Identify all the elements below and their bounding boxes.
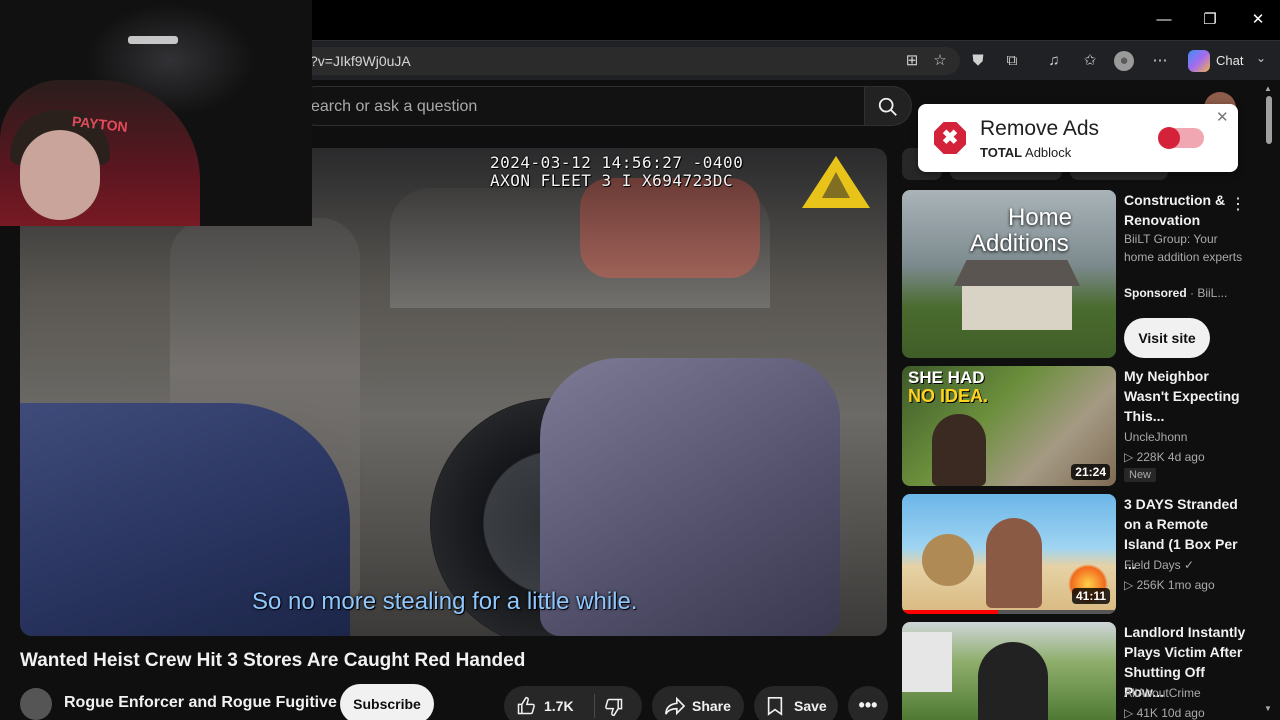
copilot-chat-button[interactable]: Chat xyxy=(1186,49,1250,73)
video-thumbnail[interactable] xyxy=(902,622,1116,720)
scroll-up-arrow[interactable]: ▲ xyxy=(1264,84,1272,93)
bookmark-icon xyxy=(767,697,783,716)
save-label: Save xyxy=(794,698,827,714)
video-duration: 21:24 xyxy=(1071,464,1110,480)
subscribe-button[interactable]: Subscribe xyxy=(340,684,434,720)
video-channel[interactable]: UncleJhonn xyxy=(1124,428,1187,446)
remove-ads-toggle[interactable] xyxy=(1158,127,1204,149)
video-channel[interactable]: AllAboutCrime xyxy=(1124,684,1201,702)
thumb-coconut xyxy=(922,534,974,586)
maximize-button[interactable]: ❐ xyxy=(1192,8,1228,32)
video-frame-headrest xyxy=(580,178,760,278)
adblock-extension-icon[interactable]: ⛊ xyxy=(968,51,988,71)
recommended-video[interactable]: SHE HAD NO IDEA. 21:24 My Neighbor Wasn'… xyxy=(902,366,1252,488)
adblock-brand: TOTAL Adblock xyxy=(980,145,1071,160)
more-menu-icon[interactable]: ⋯ xyxy=(1150,51,1170,71)
sponsored-label: Sponsored xyxy=(1124,286,1187,300)
thumb-person xyxy=(986,518,1042,608)
video-stats: ▷ 41K 10d ago xyxy=(1124,706,1205,720)
video-thumbnail[interactable]: 41:11 xyxy=(902,494,1116,614)
scrollbar-thumb[interactable] xyxy=(1266,96,1272,144)
video-duration: 41:11 xyxy=(1071,588,1110,604)
favorites-icon[interactable]: ✩ xyxy=(1080,51,1100,71)
house-graphic xyxy=(962,282,1072,330)
adblock-title: Remove Ads xyxy=(980,117,1100,140)
favorite-star-icon[interactable]: ☆ xyxy=(930,51,950,71)
timestamp-line: 2024-03-12 14:56:27 -0400 xyxy=(490,153,744,172)
video-stats: ▷ 256K 1mo ago xyxy=(1124,578,1215,592)
webcam-face xyxy=(20,130,100,220)
watch-progress-fill xyxy=(902,610,999,614)
search-input[interactable]: earch or ask a question xyxy=(296,86,864,126)
app-available-icon[interactable]: ⊞ xyxy=(902,51,922,71)
thumb-person xyxy=(932,414,986,486)
search-icon xyxy=(878,97,897,116)
thumb-person xyxy=(978,642,1048,720)
channel-name[interactable]: Rogue Enforcer and Rogue Fugitive xyxy=(64,694,337,712)
streamer-webcam: PAYTON xyxy=(0,0,312,226)
copilot-icon xyxy=(1188,50,1210,72)
share-button[interactable]: Share xyxy=(652,686,744,720)
video-title: Wanted Heist Crew Hit 3 Stores Are Caugh… xyxy=(20,650,526,671)
close-icon[interactable]: ✕ xyxy=(1216,108,1229,126)
more-actions-button[interactable]: ••• xyxy=(848,686,888,720)
recommended-video[interactable]: Landlord Instantly Plays Victim After Sh… xyxy=(902,622,1252,720)
like-icon[interactable] xyxy=(516,696,536,716)
visit-site-button[interactable]: Visit site xyxy=(1124,318,1210,358)
url-text: ?v=JIkf9Wj0uJA xyxy=(310,53,411,69)
video-stats: ▷ 228K 4d ago xyxy=(1124,450,1205,464)
share-icon xyxy=(665,696,686,716)
like-count[interactable]: 1.7K xyxy=(544,698,574,714)
close-window-button[interactable]: ✕ xyxy=(1240,8,1276,32)
ad-sponsored-line: Sponsored · BiiL... xyxy=(1124,284,1227,302)
ad-thumb-text-1: Home xyxy=(1008,204,1073,231)
save-button[interactable]: Save xyxy=(754,686,838,720)
sponsor-name: · BiiL... xyxy=(1186,286,1228,300)
divider xyxy=(594,694,595,718)
dislike-icon[interactable] xyxy=(604,697,624,717)
axon-logo-icon xyxy=(802,156,870,208)
new-badge: New xyxy=(1124,468,1157,482)
watch-progress-bar xyxy=(902,610,1116,614)
ad-description: BiiLT Group: Your home addition experts xyxy=(1124,232,1243,264)
chat-label: Chat xyxy=(1216,53,1244,68)
video-title[interactable]: My Neighbor Wasn't Expecting This... xyxy=(1124,366,1248,426)
video-channel[interactable]: Field Days ✓ xyxy=(1124,556,1194,574)
thumb-text-2: NO IDEA. xyxy=(908,386,989,406)
chevron-down-icon[interactable]: ⌄ xyxy=(1256,51,1266,65)
kebab-menu-icon[interactable]: ⋮ xyxy=(1230,194,1246,214)
adblock-logo-icon: ✖ xyxy=(934,122,966,154)
thumb-house xyxy=(902,632,952,692)
minimize-button[interactable]: — xyxy=(1146,8,1182,32)
device-id-line: AXON FLEET 3 I X694723DC xyxy=(490,171,734,190)
ad-thumb-text-2: Additions xyxy=(970,230,1069,257)
channel-avatar[interactable] xyxy=(20,688,52,720)
video-subtitle: So no more stealing for a little while. xyxy=(252,588,638,615)
toggle-knob xyxy=(1158,127,1180,149)
address-bar[interactable]: ?v=JIkf9Wj0uJA xyxy=(296,47,960,75)
scroll-down-arrow[interactable]: ▼ xyxy=(1264,704,1272,713)
video-thumbnail[interactable]: SHE HAD NO IDEA. 21:24 xyxy=(902,366,1116,486)
adblock-product: Adblock xyxy=(1025,145,1072,160)
profile-icon[interactable]: ● xyxy=(1114,51,1134,71)
adblock-popup: ✖ Remove Ads TOTAL Adblock ✕ xyxy=(918,104,1238,172)
search-button[interactable] xyxy=(864,86,912,126)
search-placeholder: earch or ask a question xyxy=(311,98,478,115)
like-dislike-group: 1.7K xyxy=(504,686,642,720)
ad-thumbnail[interactable]: Home Additions xyxy=(902,190,1116,358)
extensions-icon[interactable]: ⧉ xyxy=(1002,51,1022,71)
thumb-text-1: SHE HAD xyxy=(908,368,985,387)
media-control-icon[interactable]: ♫ xyxy=(1044,51,1064,71)
share-label: Share xyxy=(692,698,731,714)
adblock-brand-bold: TOTAL xyxy=(980,145,1023,160)
sponsored-ad-card[interactable]: Home Additions Construction & Renovation… xyxy=(902,190,1252,360)
recommended-video[interactable]: 41:11 3 DAYS Stranded on a Remote Island… xyxy=(902,494,1252,616)
roof-graphic xyxy=(954,260,1080,286)
bodycam-timestamp: 2024-03-12 14:56:27 -0400 AXON FLEET 3 I… xyxy=(490,154,743,190)
webcam-light xyxy=(128,36,178,44)
